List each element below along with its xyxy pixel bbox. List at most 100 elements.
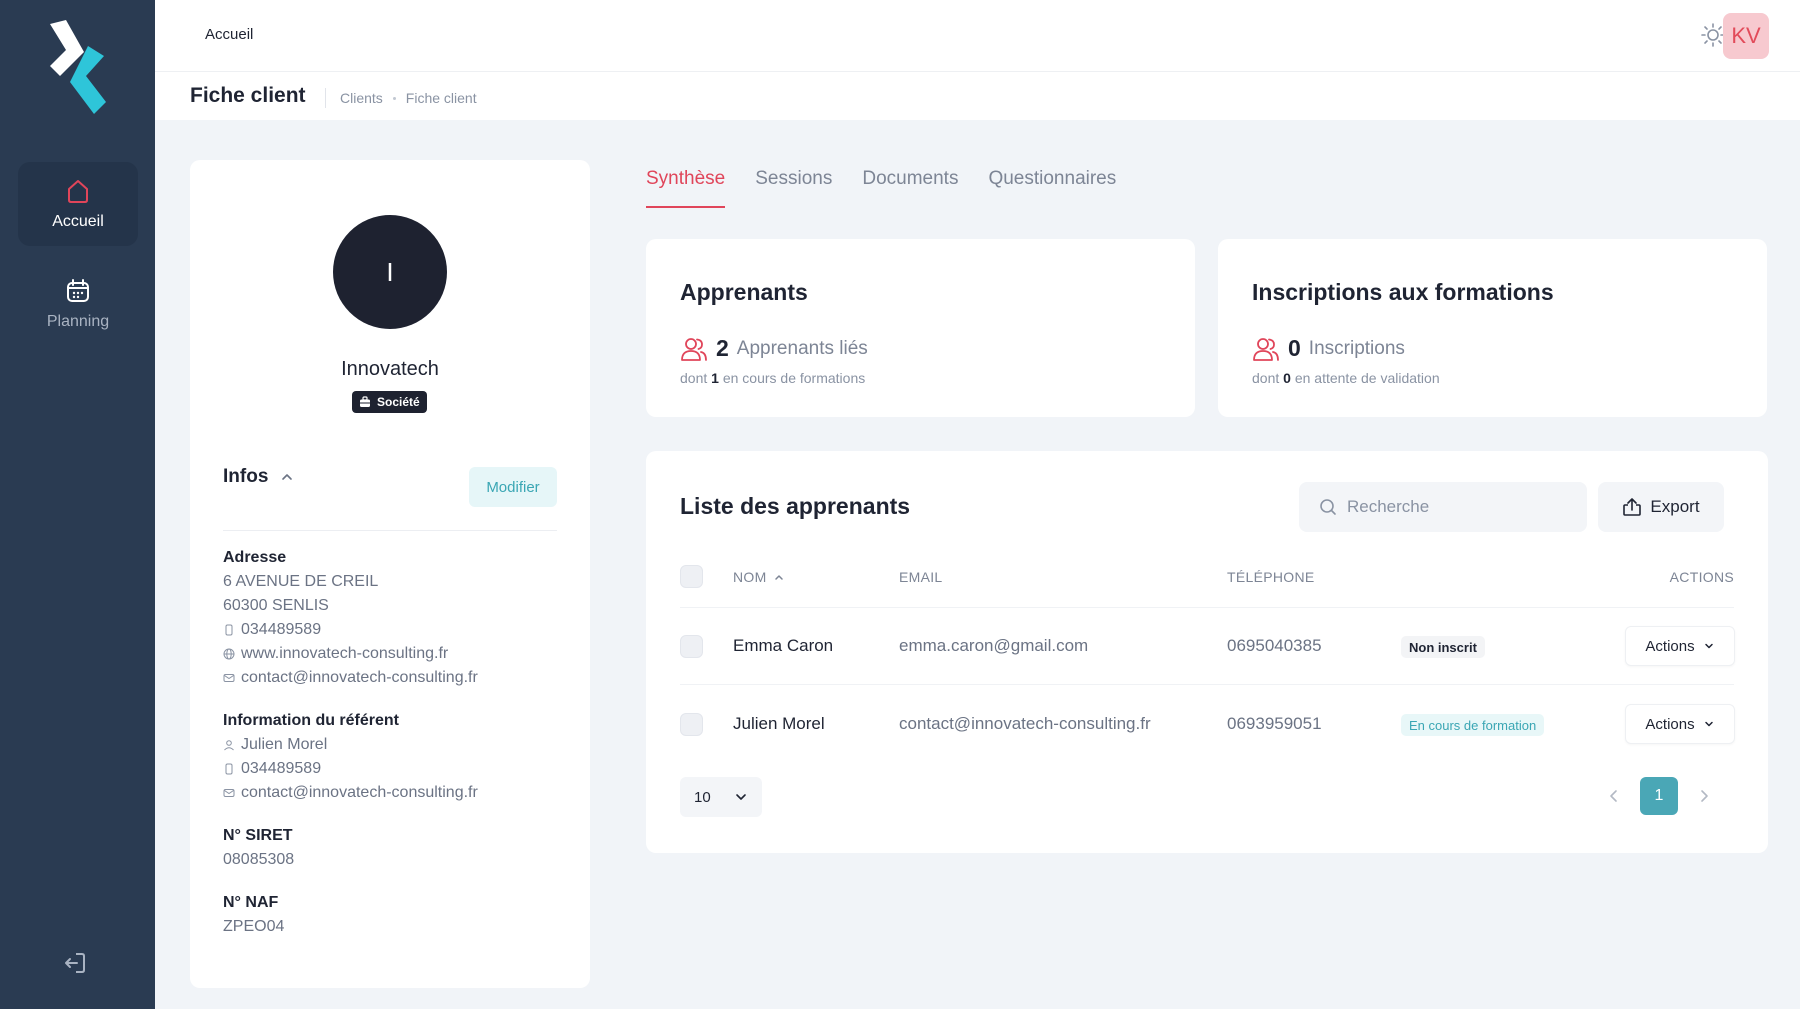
search-field[interactable] <box>1299 482 1587 532</box>
breadcrumb-item-current: Fiche client <box>405 90 477 106</box>
page-header: Fiche client Clients Fiche client <box>155 72 1800 120</box>
page-size-select[interactable]: 10 <box>680 777 762 817</box>
modify-button[interactable]: Modifier <box>469 467 557 507</box>
referent-name: Julien Morel <box>223 733 478 757</box>
tab-sessions[interactable]: Sessions <box>755 168 832 208</box>
column-header-email[interactable]: EMAIL <box>899 569 943 585</box>
row-checkbox[interactable] <box>680 713 703 736</box>
address-line-2: 60300 SENLIS <box>223 597 329 614</box>
tab-synthese[interactable]: Synthèse <box>646 168 726 208</box>
client-tabs: Synthèse Sessions Documents Questionnair… <box>646 168 1116 208</box>
referent-block: Information du référent Julien Morel 034… <box>223 712 478 805</box>
divider <box>223 530 557 531</box>
tab-questionnaires[interactable]: Questionnaires <box>988 168 1116 208</box>
page-number-button[interactable]: 1 <box>1640 777 1678 815</box>
users-icon <box>681 337 707 361</box>
row-email: emma.caron@gmail.com <box>899 636 1089 655</box>
referent-label: Information du référent <box>223 712 400 729</box>
mail-icon <box>223 674 235 682</box>
mail-icon <box>223 789 235 797</box>
app-logo[interactable] <box>44 18 110 116</box>
address-line-1: 6 AVENUE DE CREIL <box>223 573 379 590</box>
sidebar-item-accueil[interactable]: Accueil <box>18 162 138 246</box>
logout-icon[interactable] <box>62 950 88 976</box>
stat-row: 2 Apprenants liés <box>680 335 868 362</box>
naf-value: ZPEO04 <box>223 918 285 935</box>
select-all-checkbox[interactable] <box>680 565 703 588</box>
page-title: Fiche client <box>190 84 306 107</box>
address-block: Adresse 6 AVENUE DE CREIL 60300 SENLIS 0… <box>223 549 478 690</box>
row-actions-button[interactable]: Actions <box>1625 704 1735 744</box>
chevron-right-icon[interactable] <box>1696 788 1712 804</box>
pagination: 1 <box>1606 777 1712 815</box>
sidebar: Accueil Planning <box>0 0 155 1009</box>
sidebar-item-planning[interactable]: Planning <box>18 262 138 346</box>
export-button[interactable]: Export <box>1598 482 1724 532</box>
upload-icon <box>1623 498 1642 516</box>
search-icon <box>1320 499 1336 515</box>
globe-icon <box>223 648 235 660</box>
row-email: contact@innovatech-consulting.fr <box>899 714 1151 733</box>
stat-unit: Apprenants liés <box>736 337 868 359</box>
top-bar: Accueil KV <box>155 0 1800 72</box>
client-type-label: Société <box>377 395 420 409</box>
client-avatar: I <box>333 215 447 329</box>
naf-label: N° NAF <box>223 894 279 911</box>
status-badge: Non inscrit <box>1401 636 1485 658</box>
stat-count: 0 <box>1288 335 1301 361</box>
row-name[interactable]: Julien Morel <box>733 714 825 734</box>
sort-ascending-icon <box>774 575 783 580</box>
sidebar-item-label: Accueil <box>52 213 104 230</box>
calendar-icon <box>67 279 89 302</box>
stat-unit: Inscriptions <box>1308 337 1405 359</box>
referent-phone: 034489589 <box>223 757 478 781</box>
client-card: I Innovatech Société Infos Modifier Adre… <box>190 160 590 988</box>
chevron-up-icon <box>282 474 293 480</box>
chevron-left-icon[interactable] <box>1606 788 1622 804</box>
phone-icon <box>225 763 233 775</box>
stat-subtext: dont 0 en attente de validation <box>1252 370 1440 386</box>
chevron-down-icon <box>736 794 746 800</box>
client-website[interactable]: www.innovatech-consulting.fr <box>223 642 478 666</box>
phone-icon <box>225 624 233 636</box>
search-input[interactable] <box>1347 497 1567 517</box>
column-header-actions: ACTIONS <box>1669 569 1734 585</box>
chevron-down-icon <box>1704 721 1713 727</box>
header-title: Accueil <box>205 26 254 43</box>
stat-subtext: dont 1 en cours de formations <box>680 370 866 386</box>
row-divider <box>680 684 1734 685</box>
row-phone: 0693959051 <box>1227 714 1322 733</box>
column-header-phone[interactable]: TÉLÉPHONE <box>1227 569 1315 585</box>
siret-value: 08085308 <box>223 851 295 868</box>
home-icon <box>68 180 88 203</box>
row-checkbox[interactable] <box>680 635 703 658</box>
referent-email[interactable]: contact@innovatech-consulting.fr <box>223 781 478 805</box>
user-icon <box>224 740 234 751</box>
breadcrumb-separator <box>392 96 396 100</box>
user-avatar[interactable]: KV <box>1723 13 1769 59</box>
breadcrumb-item-clients[interactable]: Clients <box>340 90 383 106</box>
export-label: Export <box>1650 497 1700 516</box>
client-type-badge: Société <box>352 391 427 413</box>
client-email[interactable]: contact@innovatech-consulting.fr <box>223 666 478 690</box>
siret-label: N° SIRET <box>223 827 293 844</box>
client-name: Innovatech <box>341 358 439 380</box>
row-name[interactable]: Emma Caron <box>733 636 833 656</box>
address-label: Adresse <box>223 549 287 566</box>
row-actions-button[interactable]: Actions <box>1625 626 1735 666</box>
infos-title: Infos <box>223 466 269 487</box>
sidebar-item-label: Planning <box>46 313 110 330</box>
chevron-down-icon <box>1704 643 1713 649</box>
apprenants-list-card: Liste des apprenants Export NOM EMAIL TÉ… <box>646 451 1768 853</box>
client-phone: 034489589 <box>223 618 478 642</box>
infos-toggle[interactable]: Infos <box>223 466 294 488</box>
column-header-name[interactable]: NOM <box>733 569 785 585</box>
stat-count: 2 <box>716 335 729 361</box>
list-title: Liste des apprenants <box>680 493 911 519</box>
users-icon <box>1253 337 1279 361</box>
tab-documents[interactable]: Documents <box>862 168 958 208</box>
stat-card-inscriptions: Inscriptions aux formations 0 Inscriptio… <box>1218 239 1767 417</box>
naf-block: N° NAF ZPEO04 <box>223 894 284 939</box>
row-divider <box>680 607 1734 608</box>
briefcase-icon <box>360 396 370 407</box>
